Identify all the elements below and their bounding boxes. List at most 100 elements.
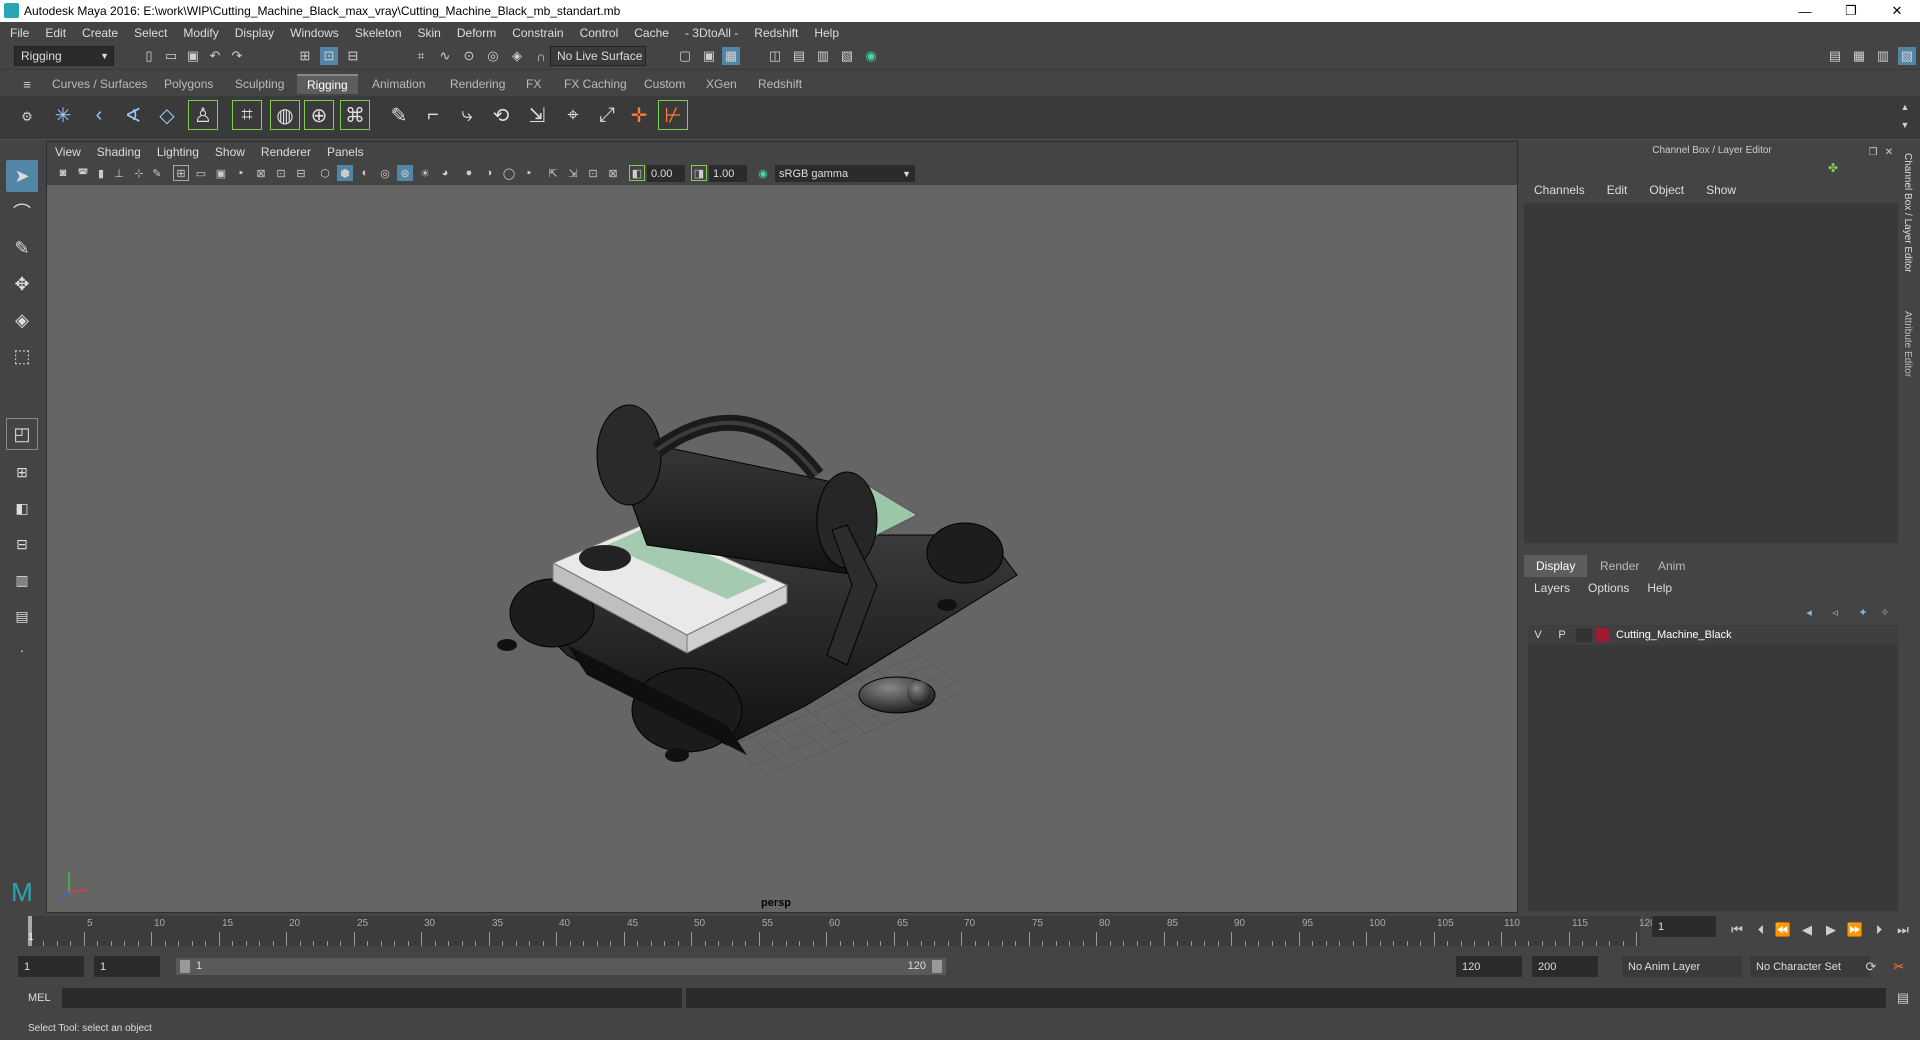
viewport-menu-shading[interactable]: Shading <box>97 145 141 159</box>
motion-blur-icon[interactable]: ◑ <box>481 165 497 181</box>
menu-display[interactable]: Display <box>235 26 274 40</box>
layer-color-swatch[interactable] <box>1596 628 1610 642</box>
layer-visibility-toggle[interactable]: V <box>1528 629 1548 641</box>
isolate-select-icon[interactable]: ⇱ <box>545 165 561 181</box>
layer-tab-anim[interactable]: Anim <box>1646 555 1697 577</box>
menu-cache[interactable]: Cache <box>634 26 669 40</box>
play-forwards-icon[interactable]: ▶ <box>1822 921 1840 939</box>
redo-icon[interactable]: ↷ <box>228 47 246 65</box>
menu-set-dropdown[interactable]: Rigging ▼ <box>14 46 114 66</box>
live-surface-field[interactable]: No Live Surface <box>550 46 646 66</box>
mirror-joint-icon[interactable]: ◇ <box>152 100 182 130</box>
pole-vector-icon[interactable]: ⤢ <box>592 100 622 130</box>
camera-select-icon[interactable]: ◙ <box>55 165 71 181</box>
ik-spline-icon[interactable]: ∢ <box>118 100 148 130</box>
shelf-tab-fx[interactable]: FX <box>516 74 551 94</box>
menu-edit[interactable]: Edit <box>45 26 66 40</box>
step-back-frame-icon[interactable]: ⏴ <box>1752 921 1770 939</box>
field-chart-icon[interactable]: ⊠ <box>253 165 269 181</box>
view-transform-dropdown[interactable]: sRGB gamma ▼ <box>775 165 915 182</box>
use-all-lights-icon[interactable]: ☀ <box>417 165 433 181</box>
redshift-render-icon[interactable]: ◉ <box>862 47 880 65</box>
screen-space-ao-icon[interactable]: ● <box>461 165 477 181</box>
grid-toggle-icon[interactable]: ⊞ <box>173 165 189 181</box>
select-object-icon[interactable]: ⊡ <box>320 47 338 65</box>
channel-menu-show[interactable]: Show <box>1706 183 1736 197</box>
image-plane-icon[interactable]: ⊥ <box>111 165 127 181</box>
layer-playback-toggle[interactable]: P <box>1552 629 1572 641</box>
locator-icon[interactable]: ✛ <box>624 100 654 130</box>
anim-layer-dropdown[interactable]: No Anim Layer <box>1622 956 1742 977</box>
rotate-tool-icon[interactable]: ◈ <box>6 304 38 336</box>
layer-row[interactable]: V P Cutting_Machine_Black <box>1528 625 1898 645</box>
menu-skeleton[interactable]: Skeleton <box>355 26 402 40</box>
shelf-menu-icon[interactable]: ≡ <box>18 75 36 93</box>
shelf-tab-curves-surfaces[interactable]: Curves / Surfaces <box>42 74 157 94</box>
color-management-icon[interactable]: ◉ <box>755 165 771 181</box>
perspective-viewport[interactable]: persp <box>47 185 1517 912</box>
camera-attributes-icon[interactable]: ◚ <box>75 165 91 181</box>
resolution-gate-icon[interactable]: ▣ <box>213 165 229 181</box>
open-scene-icon[interactable]: ▭ <box>162 47 180 65</box>
shelf-scroll-down-icon[interactable]: ▼ <box>1896 116 1914 134</box>
joint-tool-icon[interactable]: ✳ <box>48 100 78 130</box>
persp-outliner-layout-icon[interactable]: ◧ <box>6 492 38 524</box>
paint-weights-icon[interactable]: ✎ <box>384 100 414 130</box>
xray-icon[interactable]: ◎ <box>377 165 393 181</box>
script-language-label[interactable]: MEL <box>28 992 51 1004</box>
shelf-tab-rigging[interactable]: Rigging <box>297 74 358 94</box>
layer-menu-options[interactable]: Options <box>1588 581 1629 595</box>
render-settings-icon[interactable]: ▥ <box>814 47 832 65</box>
side-tab-attribute-editor[interactable]: Attribute Editor <box>1902 311 1913 377</box>
anti-aliasing-icon[interactable]: ◯ <box>501 165 517 181</box>
shelf-tab-animation[interactable]: Animation <box>362 74 435 94</box>
shelf-scroll-up-icon[interactable]: ▲ <box>1896 98 1914 116</box>
hypershade-icon[interactable]: ▧ <box>838 47 856 65</box>
shadows-icon[interactable]: ◕ <box>437 165 453 181</box>
viewport-menu-view[interactable]: View <box>55 145 81 159</box>
layer-menu-help[interactable]: Help <box>1647 581 1672 595</box>
shelf-tab-redshift[interactable]: Redshift <box>748 74 812 94</box>
orient-constraint-icon[interactable]: ⟲ <box>486 100 516 130</box>
shelf-tab-polygons[interactable]: Polygons <box>154 74 223 94</box>
end-time-field[interactable]: 200 <box>1532 956 1598 977</box>
close-panel-icon[interactable]: ✕ <box>1880 143 1898 161</box>
side-tab-channel-box[interactable]: Channel Box / Layer Editor <box>1902 153 1913 273</box>
snap-grid-icon[interactable]: ⌗ <box>412 47 430 65</box>
go-to-end-icon[interactable]: ⏭ <box>1894 921 1912 939</box>
range-start-handle[interactable] <box>180 960 190 973</box>
channel-menu-channels[interactable]: Channels <box>1534 183 1585 197</box>
layout-options-icon[interactable]: · <box>6 634 38 666</box>
range-bar[interactable]: 1 120 <box>176 958 946 975</box>
menu-help[interactable]: Help <box>814 26 839 40</box>
cluster-icon[interactable]: ⊬ <box>658 100 688 130</box>
xray-active-icon[interactable]: ⊡ <box>585 165 601 181</box>
layer-tab-display[interactable]: Display <box>1524 555 1588 577</box>
script-editor-icon[interactable]: ▤ <box>1894 989 1912 1007</box>
parent-constraint-icon[interactable]: ⌐ <box>418 100 448 130</box>
backface-culling-icon[interactable]: ⊠ <box>605 165 621 181</box>
select-tool-icon[interactable]: ➤ <box>6 160 38 192</box>
command-input[interactable] <box>62 988 682 1008</box>
menu-3dtoall[interactable]: - 3DtoAll - <box>685 26 738 40</box>
hypershade-layout-icon[interactable]: ▥ <box>6 564 38 596</box>
persp-uv-layout-icon[interactable]: ▤ <box>6 600 38 632</box>
new-scene-icon[interactable]: ▯ <box>140 47 158 65</box>
menu-windows[interactable]: Windows <box>290 26 339 40</box>
scale-constraint-icon[interactable]: ⇲ <box>522 100 552 130</box>
menu-skin[interactable]: Skin <box>418 26 441 40</box>
snap-curve-icon[interactable]: ∿ <box>436 47 454 65</box>
lasso-tool-icon[interactable]: ⌒ <box>6 196 38 228</box>
ipr-render-icon[interactable]: ▤ <box>790 47 808 65</box>
menu-control[interactable]: Control <box>580 26 619 40</box>
humanik-icon[interactable]: ♙ <box>188 100 218 130</box>
go-to-start-icon[interactable]: ⏮ <box>1728 921 1746 939</box>
smooth-shade-icon[interactable]: ⬢ <box>337 165 353 181</box>
wireframe-on-shaded-icon[interactable]: ◐ <box>357 165 373 181</box>
gate-mask-icon[interactable]: ▪ <box>233 165 249 181</box>
aim-constraint-icon[interactable]: ⌖ <box>558 100 588 130</box>
move-layer-up-icon[interactable]: ◂ <box>1800 603 1818 621</box>
character-set-dropdown[interactable]: No Character Set <box>1750 956 1870 977</box>
persp-graph-layout-icon[interactable]: ⊟ <box>6 528 38 560</box>
new-layer-selected-icon[interactable]: ✧ <box>1876 603 1894 621</box>
